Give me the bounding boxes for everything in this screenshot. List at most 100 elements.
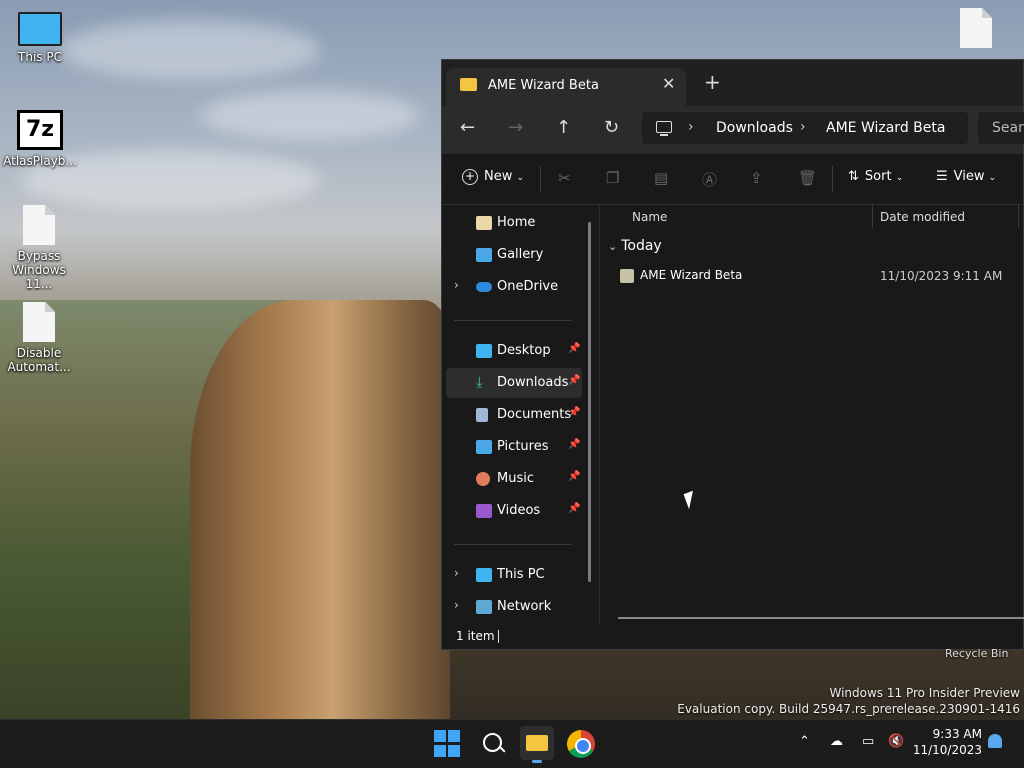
sort-button[interactable]: ⇅ Sort ⌄ [848, 169, 903, 184]
gallery-icon [476, 248, 492, 262]
file-list: Name Date modified ⌄ Today AME Wizard Bet… [600, 204, 1024, 625]
start-button[interactable] [434, 730, 462, 758]
notification-bell-icon[interactable] [988, 734, 1002, 748]
breadcrumb-ame-wizard-beta[interactable]: AME Wizard Beta [826, 120, 945, 136]
pin-icon[interactable]: 📌 [568, 407, 580, 418]
sidebar-item-label: This PC [497, 567, 545, 582]
new-button[interactable]: + New ⌄ [462, 169, 524, 185]
up-button[interactable]: ↑ [556, 117, 571, 138]
sidebar-item-label: Network [497, 599, 552, 614]
cut-icon[interactable]: ✂ [558, 169, 571, 187]
document-icon [476, 408, 488, 422]
pin-icon[interactable]: 📌 [568, 439, 580, 450]
search-placeholder: Searc [992, 120, 1024, 136]
computer-icon [656, 121, 672, 136]
file-icon [23, 302, 55, 342]
search-box[interactable]: Searc [978, 112, 1024, 144]
horizontal-scrollbar[interactable] [618, 617, 1024, 619]
file-name: AME Wizard Beta [640, 268, 743, 282]
tab-ame-wizard-beta[interactable]: AME Wizard Beta ✕ [446, 68, 686, 106]
sidebar-item-music[interactable]: Music 📌 [446, 464, 582, 494]
pictures-icon [476, 440, 492, 454]
delete-icon[interactable]: 🗑 [798, 169, 817, 187]
view-button[interactable]: ☰ View ⌄ [936, 169, 996, 184]
desktop-icon-bypass[interactable]: Bypass Windows 11... [0, 205, 78, 291]
chevron-right-icon[interactable]: › [688, 119, 694, 135]
sidebar-item-this-pc[interactable]: › This PC [446, 560, 582, 590]
pin-icon[interactable]: 📌 [568, 471, 580, 482]
file-row[interactable]: AME Wizard Beta 11/10/2023 9:11 AM [600, 264, 1023, 288]
video-icon [476, 504, 492, 518]
forward-button[interactable]: → [508, 117, 523, 138]
onedrive-status-icon[interactable]: ☁ [830, 734, 843, 749]
address-bar[interactable]: › Downloads › AME Wizard Beta [642, 112, 968, 144]
chevron-right-icon[interactable]: › [800, 119, 806, 135]
column-separator[interactable] [872, 204, 873, 228]
explorer-body: Home Gallery › OneDrive Desktop 📌 ⤓ Down… [442, 204, 1024, 625]
sidebar-item-documents[interactable]: Documents 📌 [446, 400, 582, 430]
sidebar-item-home[interactable]: Home [446, 208, 582, 238]
close-tab-icon[interactable]: ✕ [662, 74, 675, 93]
sidebar-item-gallery[interactable]: Gallery [446, 240, 582, 270]
7zip-icon: 7z [17, 110, 63, 150]
refresh-button[interactable]: ↻ [604, 117, 619, 138]
show-hidden-icons-button[interactable]: ⌃ [799, 734, 810, 749]
volume-muted-icon[interactable]: 🔇 [888, 734, 904, 749]
sidebar-item-pictures[interactable]: Pictures 📌 [446, 432, 582, 462]
chevron-down-icon: ⌄ [895, 173, 904, 183]
sidebar-item-videos[interactable]: Videos 📌 [446, 496, 582, 526]
desktop-icon-file[interactable] [936, 8, 1016, 52]
taskbar-file-explorer[interactable] [520, 726, 554, 763]
pin-icon[interactable]: 📌 [568, 375, 580, 386]
network-status-icon[interactable]: ▭ [862, 734, 874, 749]
desktop-icon-this-pc[interactable]: This PC [0, 12, 80, 64]
network-icon [476, 600, 492, 614]
taskbar-chrome[interactable] [567, 730, 595, 758]
view-icon: ☰ [936, 169, 948, 184]
new-tab-button[interactable]: + [704, 70, 721, 94]
rename-icon[interactable]: Ⓐ [702, 169, 717, 190]
taskbar: ⌃ ☁ ▭ 🔇 9:33 AM 11/10/2023 [0, 719, 1024, 768]
sidebar-scrollbar[interactable] [588, 222, 591, 582]
watermark-edition: Windows 11 Pro Insider Preview [829, 686, 1020, 700]
sidebar-item-onedrive[interactable]: › OneDrive [446, 272, 582, 302]
search-button[interactable] [480, 730, 508, 758]
view-label: View [953, 169, 985, 184]
file-explorer-window: AME Wizard Beta ✕ + ← → ↑ ↻ › Downloads … [441, 59, 1024, 650]
desktop-icon [476, 344, 492, 358]
toolbar-separator [832, 166, 833, 192]
sidebar-separator [454, 320, 572, 321]
column-header-date[interactable]: Date modified [880, 210, 965, 224]
chevron-down-icon: ⌄ [608, 240, 618, 253]
chevron-right-icon[interactable]: › [454, 598, 459, 612]
sidebar-item-network[interactable]: › Network [446, 592, 582, 622]
chevron-right-icon[interactable]: › [454, 278, 459, 292]
column-separator[interactable] [1018, 204, 1019, 228]
new-label: New [484, 169, 513, 184]
back-button[interactable]: ← [460, 117, 475, 138]
sidebar-item-desktop[interactable]: Desktop 📌 [446, 336, 582, 366]
recycle-bin-label[interactable]: Recycle Bin [945, 647, 1008, 660]
download-icon: ⤓ [476, 373, 483, 391]
sort-icon: ⇅ [848, 169, 859, 184]
desktop-icon-label: AtlasPlayb... [3, 154, 77, 168]
pin-icon[interactable]: 📌 [568, 343, 580, 354]
sidebar-item-downloads[interactable]: ⤓ Downloads 📌 [446, 368, 582, 398]
share-icon[interactable]: ⇪ [750, 169, 763, 187]
desktop-icon-disable[interactable]: Disable Automat... [0, 302, 78, 374]
group-header[interactable]: ⌄ Today [608, 238, 662, 254]
column-header-name[interactable]: Name [632, 210, 667, 224]
plus-circle-icon: + [462, 169, 478, 185]
sidebar-item-label: OneDrive [497, 279, 559, 294]
system-clock[interactable]: 9:33 AM 11/10/2023 [913, 726, 982, 758]
copy-icon[interactable]: ❐ [606, 169, 619, 187]
paste-icon[interactable]: ▤ [654, 169, 668, 187]
desktop-icon-label: Disable Automat... [7, 346, 71, 374]
desktop-icon-atlas-playbook[interactable]: 7z AtlasPlayb... [0, 110, 80, 168]
folder-icon [526, 735, 548, 751]
clock-date: 11/10/2023 [912, 743, 982, 757]
pin-icon[interactable]: 📌 [568, 503, 580, 514]
sidebar-item-label: Home [497, 215, 536, 230]
chevron-right-icon[interactable]: › [454, 566, 459, 580]
breadcrumb-downloads[interactable]: Downloads [716, 120, 793, 136]
